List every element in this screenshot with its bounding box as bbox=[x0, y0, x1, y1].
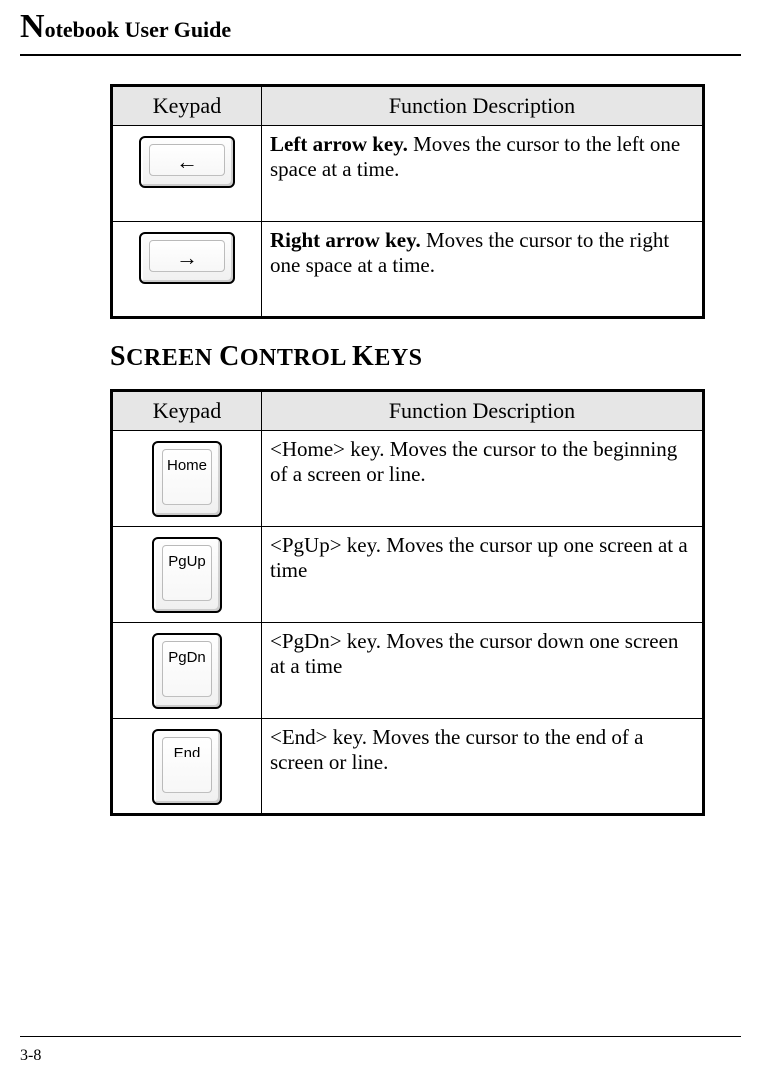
desc-bold: Right arrow key. bbox=[270, 228, 421, 252]
table-header-desc: Function Description bbox=[262, 86, 704, 126]
end-key-icon: End bbox=[152, 729, 222, 805]
table-row: Home <Home> key. Moves the cursor to the… bbox=[112, 431, 704, 527]
table-header-keypad: Keypad bbox=[112, 86, 262, 126]
table-cell-desc: <PgUp> key. Moves the cursor up one scre… bbox=[262, 527, 704, 623]
table-row: PgDn <PgDn> key. Moves the cursor down o… bbox=[112, 623, 704, 719]
table-cell-desc: Left arrow key. Moves the cursor to the … bbox=[262, 126, 704, 222]
right-arrow-key-icon: → bbox=[139, 232, 235, 284]
table-header-desc: Function Description bbox=[262, 391, 704, 431]
title-rest: otebook User Guide bbox=[45, 17, 232, 42]
screen-control-table: Keypad Function Description Home <Home> … bbox=[110, 389, 705, 816]
arrow-key-table: Keypad Function Description ← Left arrow… bbox=[110, 84, 705, 319]
key-label: PgDn bbox=[154, 649, 220, 666]
key-label: Home bbox=[154, 457, 220, 474]
left-arrow-key-icon: ← bbox=[139, 136, 235, 188]
header-title: Notebook User Guide bbox=[20, 8, 741, 46]
table-row: ← Left arrow key. Moves the cursor to th… bbox=[112, 126, 704, 222]
page-number: 3-8 bbox=[20, 1047, 41, 1065]
desc-bold: Left arrow key. bbox=[270, 132, 408, 156]
right-arrow-icon: → bbox=[141, 234, 233, 282]
table-row: PgUp <PgUp> key. Moves the cursor up one… bbox=[112, 527, 704, 623]
table-cell-desc: <PgDn> key. Moves the cursor down one sc… bbox=[262, 623, 704, 719]
title-initial: N bbox=[20, 8, 45, 45]
table-cell-desc: <Home> key. Moves the cursor to the begi… bbox=[262, 431, 704, 527]
footer-rule bbox=[20, 1036, 741, 1037]
key-label: End bbox=[154, 745, 220, 762]
key-label: PgUp bbox=[154, 553, 220, 570]
table-cell-desc: <End> key. Moves the cursor to the end o… bbox=[262, 719, 704, 815]
table-row: → Right arrow key. Moves the cursor to t… bbox=[112, 222, 704, 318]
pgdn-key-icon: PgDn bbox=[152, 633, 222, 709]
pgup-key-icon: PgUp bbox=[152, 537, 222, 613]
page-content: Keypad Function Description ← Left arrow… bbox=[0, 56, 761, 816]
table-cell-desc: Right arrow key. Moves the cursor to the… bbox=[262, 222, 704, 318]
left-arrow-icon: ← bbox=[141, 138, 233, 186]
section-title: SCREEN CONTROL KEYS bbox=[110, 341, 705, 373]
page-header: Notebook User Guide bbox=[0, 0, 761, 52]
home-key-icon: Home bbox=[152, 441, 222, 517]
table-header-keypad: Keypad bbox=[112, 391, 262, 431]
table-row: End <End> key. Moves the cursor to the e… bbox=[112, 719, 704, 815]
